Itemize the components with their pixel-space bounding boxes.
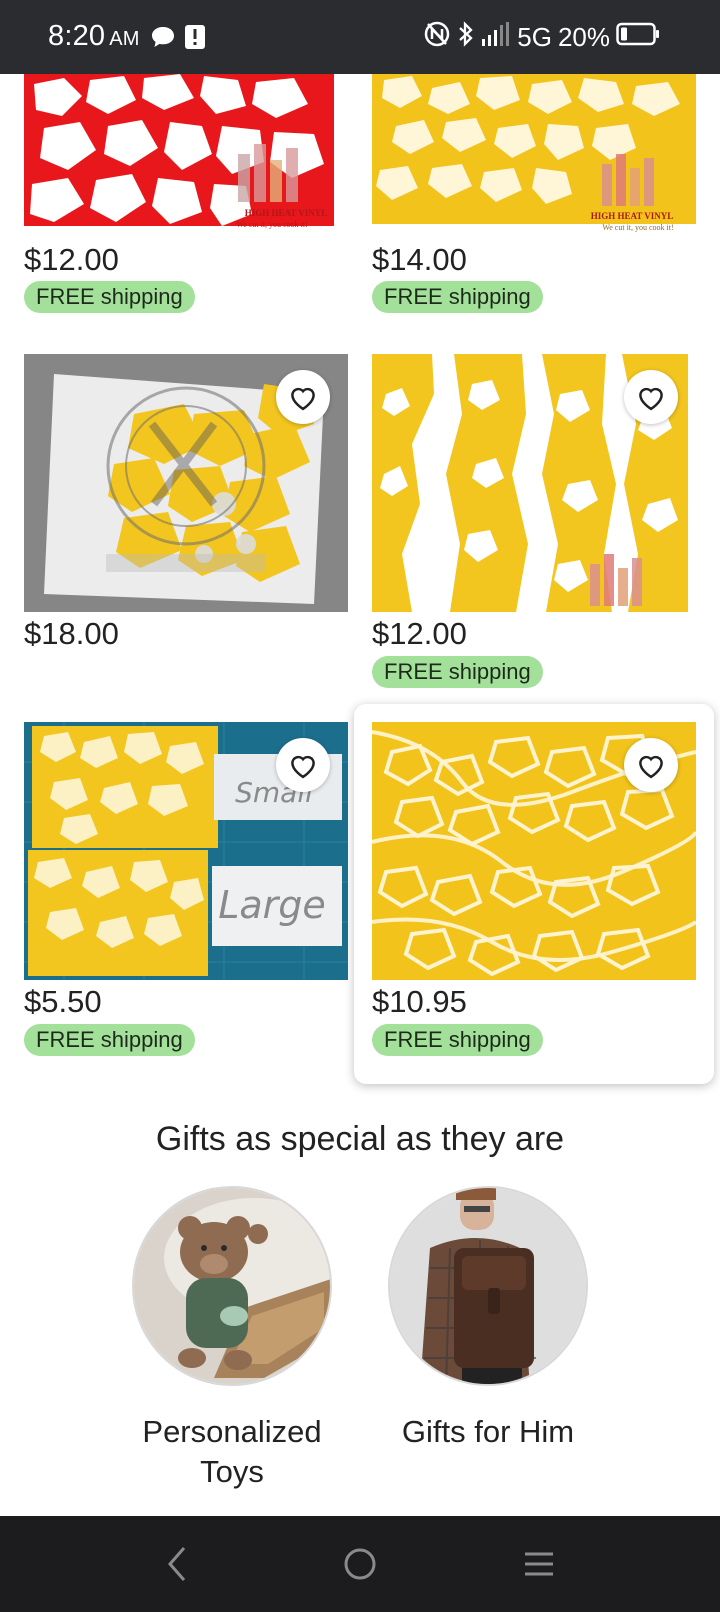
listing-price-6: $10.95 xyxy=(372,984,467,1019)
watermark-text-2: HIGH HEAT VINYL xyxy=(591,211,674,221)
free-shipping-badge-1: FREE shipping xyxy=(24,281,195,313)
hamburger-menu-icon xyxy=(522,1552,556,1588)
gift-category-gifts-for-him[interactable]: Gifts for Him xyxy=(378,1186,598,1452)
chat-notification-icon xyxy=(150,26,176,53)
favorite-button-3[interactable] xyxy=(276,370,330,424)
listing-image-4[interactable] xyxy=(372,354,696,612)
gift-category-image-him[interactable] xyxy=(388,1186,588,1386)
heart-outline-icon xyxy=(288,383,318,411)
network-type: 5G xyxy=(517,21,552,52)
home-button[interactable] xyxy=(342,1544,378,1589)
heart-outline-icon xyxy=(288,751,318,779)
heart-outline-icon xyxy=(636,383,666,411)
gift-category-label-him: Gifts for Him xyxy=(401,1414,575,1449)
listing-card-2[interactable]: HIGH HEAT VINYL We cut it, you cook it! … xyxy=(372,74,696,324)
back-button[interactable] xyxy=(166,1544,188,1589)
listing-image-5[interactable]: Small Large xyxy=(24,722,348,980)
gift-category-label-toys: Personalized Toys xyxy=(142,1414,322,1489)
listing-card-1[interactable]: HIGH HEAT VINYL We cut it, you cook it! … xyxy=(24,74,348,324)
listing-image-1[interactable]: HIGH HEAT VINYL We cut it, you cook it! xyxy=(24,74,348,234)
bluetooth-icon xyxy=(457,20,475,55)
listing-price-1: $12.00 xyxy=(24,242,119,277)
heart-outline-icon xyxy=(636,751,666,779)
listing-image-3[interactable] xyxy=(24,354,348,612)
listing-card-3[interactable]: $18.00 xyxy=(24,354,348,654)
listing-card-6[interactable]: $10.95 FREE shipping xyxy=(372,722,696,1056)
favorite-button-5[interactable] xyxy=(276,738,330,792)
free-shipping-badge-4: FREE shipping xyxy=(372,656,543,688)
gift-category-personalized-toys[interactable]: Personalized Toys xyxy=(122,1186,342,1492)
listing-price-3: $18.00 xyxy=(24,616,119,651)
watermark-tagline-1: We cut it, you cook it! xyxy=(236,220,307,229)
alert-notification-icon xyxy=(184,24,206,55)
favorite-button-4[interactable] xyxy=(624,370,678,424)
chevron-left-icon xyxy=(166,1547,188,1588)
free-shipping-badge-2: FREE shipping xyxy=(372,281,543,313)
listing-image-6[interactable] xyxy=(372,722,696,980)
image-sign-large: Large xyxy=(218,883,326,927)
system-navigation-bar xyxy=(0,1516,720,1612)
gift-category-image-toys[interactable] xyxy=(132,1186,332,1386)
status-bar: 8:20 AM 5G 20% xyxy=(0,0,720,74)
circle-home-icon xyxy=(342,1548,378,1588)
battery-percent: 20% xyxy=(557,21,610,52)
nfc-icon xyxy=(423,20,451,55)
free-shipping-badge-5: FREE shipping xyxy=(24,1024,195,1056)
favorite-button-6[interactable] xyxy=(624,738,678,792)
clock-time: 8:20 xyxy=(48,20,106,52)
listing-price-2: $14.00 xyxy=(372,242,467,277)
listing-image-2[interactable]: HIGH HEAT VINYL We cut it, you cook it! xyxy=(372,74,696,234)
listing-card-5[interactable]: Small Large $5.50 FREE shipping xyxy=(24,722,348,1056)
listing-price-5: $5.50 xyxy=(24,984,102,1019)
clock-ampm: AM xyxy=(109,28,140,50)
clock: 8:20 AM xyxy=(48,20,140,53)
watermark-tagline-2: We cut it, you cook it! xyxy=(602,223,673,232)
recent-apps-button[interactable] xyxy=(522,1544,556,1589)
signal-icon xyxy=(481,21,511,54)
watermark-text-1: HIGH HEAT VINYL xyxy=(245,208,328,218)
listing-card-4[interactable]: $12.00 FREE shipping xyxy=(372,354,696,688)
listing-price-4: $12.00 xyxy=(372,616,467,651)
status-icons: 5G 20% xyxy=(423,20,660,55)
battery-icon xyxy=(616,22,660,53)
free-shipping-badge-6: FREE shipping xyxy=(372,1024,543,1056)
gifts-section-title: Gifts as special as they are xyxy=(155,1120,565,1158)
